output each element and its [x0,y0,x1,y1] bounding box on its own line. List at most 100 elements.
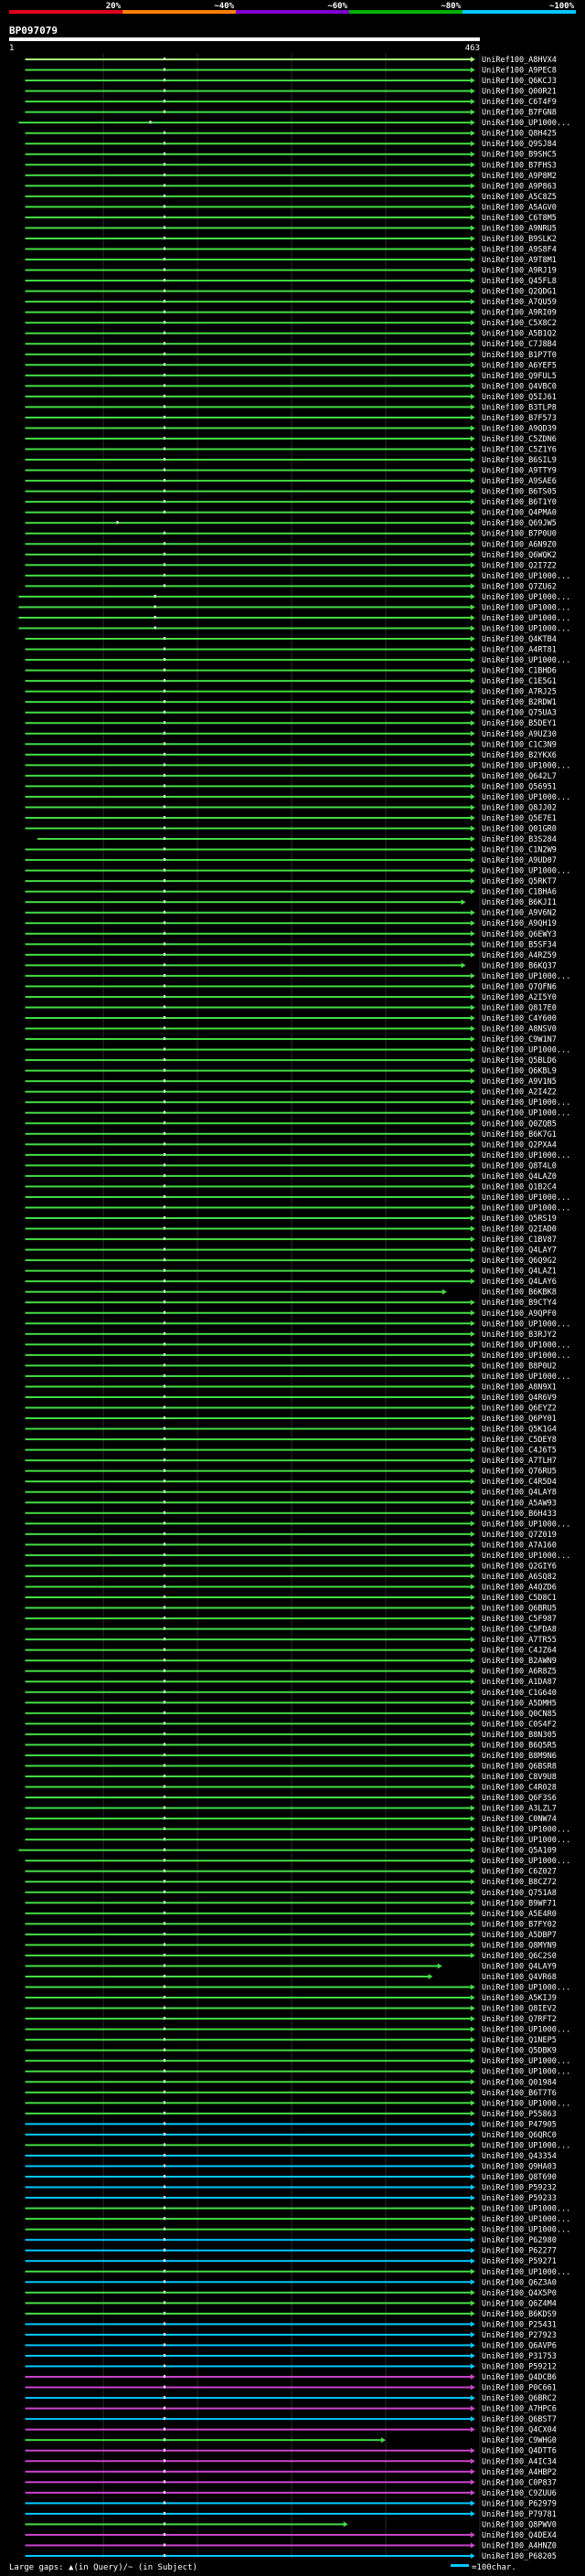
hit-label[interactable]: UniRef100_Q8MYN9 [482,1941,557,1950]
hit-row[interactable]: UniRef100_P47905 [25,2120,557,2129]
hit-row[interactable]: UniRef100_A7TLH7 [25,1457,557,1466]
hit-label[interactable]: UniRef100_A9NRU5 [482,224,557,233]
hit-label[interactable]: UniRef100_C0P837 [482,2478,557,2487]
hit-label[interactable]: UniRef100_B5SF34 [482,940,557,949]
hit-label[interactable]: UniRef100_Q6Z4M4 [482,2299,557,2308]
hit-row[interactable]: UniRef100_B3S284 [37,835,557,844]
hit-row[interactable]: UniRef100_A7A160 [25,1541,557,1550]
hit-label[interactable]: UniRef100_UP1000... [482,1320,570,1329]
hit-row[interactable]: UniRef100_Q4LAZ0 [25,1172,557,1182]
hit-row[interactable]: UniRef100_UP1000... [25,2057,571,2066]
hit-label[interactable]: UniRef100_Q4LAY7 [482,1246,557,1256]
hit-label[interactable]: UniRef100_Q4LAZ1 [482,1267,557,1277]
hit-row[interactable]: UniRef100_Q6WQK2 [25,551,557,560]
hit-label[interactable]: UniRef100_B2RDW1 [482,698,557,707]
hit-label[interactable]: UniRef100_Q2I7Z2 [482,561,557,570]
hit-row[interactable]: UniRef100_B6KJI1 [25,898,557,907]
hit-row[interactable]: UniRef100_UP1000... [25,1203,571,1213]
hit-row[interactable]: UniRef100_P59271 [25,2257,557,2266]
hit-row[interactable]: UniRef100_Q43354 [25,2152,557,2161]
hit-row[interactable]: UniRef100_A9T8M1 [25,256,557,265]
hit-row[interactable]: UniRef100_B2RDW1 [25,698,557,707]
hit-label[interactable]: UniRef100_Q56951 [482,782,557,791]
hit-label[interactable]: UniRef100_P31753 [482,2352,557,2361]
hit-label[interactable]: UniRef100_C1BV87 [482,1235,557,1245]
hit-label[interactable]: UniRef100_A7QU59 [482,298,557,307]
hit-row[interactable]: UniRef100_P62980 [25,2236,557,2245]
hit-label[interactable]: UniRef100_A4HBP2 [482,2468,557,2477]
hit-label[interactable]: UniRef100_C4J6T5 [482,1447,557,1456]
hit-label[interactable]: UniRef100_Q7Z019 [482,1531,557,1540]
hit-row[interactable]: UniRef100_C5FDA8 [25,1626,557,1635]
hit-label[interactable]: UniRef100_Q6AVP6 [482,2341,557,2350]
hit-row[interactable]: UniRef100_B8CZ72 [25,1878,557,1887]
hit-label[interactable]: UniRef100_Q0CN85 [482,1710,557,1719]
hit-label[interactable]: UniRef100_C5FDA8 [482,1626,557,1635]
hit-row[interactable]: UniRef100_Q00R21 [25,88,557,97]
hit-row[interactable]: UniRef100_Q817E0 [25,1003,557,1012]
hit-row[interactable]: UniRef100_P59232 [25,2184,557,2193]
hit-row[interactable]: UniRef100_B2AWN9 [25,1657,557,1666]
hit-row[interactable]: UniRef100_A4HNZ0 [25,2541,557,2550]
hit-row[interactable]: UniRef100_B9CTY4 [25,1299,557,1308]
hit-row[interactable]: UniRef100_UP1000... [25,1826,571,1835]
hit-row[interactable]: UniRef100_Q6BRC2 [25,2394,557,2403]
hit-label[interactable]: UniRef100_Q2IAD0 [482,1225,557,1235]
hit-label[interactable]: UniRef100_Q01GR0 [482,825,557,834]
hit-label[interactable]: UniRef100_B6TS05 [482,488,557,497]
hit-row[interactable]: UniRef100_Q2I7Z2 [25,561,557,570]
hit-label[interactable]: UniRef100_A9TTY9 [482,467,557,476]
hit-row[interactable]: UniRef100_UP1000... [25,2205,571,2214]
hit-label[interactable]: UniRef100_A3LZL7 [482,1805,557,1814]
hit-label[interactable]: UniRef100_B6KBK8 [482,1288,557,1298]
hit-row[interactable]: UniRef100_B7P0U0 [25,530,557,539]
hit-label[interactable]: UniRef100_UP1000... [482,1352,570,1361]
hit-label[interactable]: UniRef100_A6SQ82 [482,1573,557,1582]
hit-row[interactable]: UniRef100_Q2IAD0 [25,1225,557,1235]
hit-row[interactable]: UniRef100_UP1000... [25,2226,571,2235]
hit-label[interactable]: UniRef100_C4JZ64 [482,1647,557,1656]
hit-row[interactable]: UniRef100_UP1000... [25,1193,571,1203]
hit-row[interactable]: UniRef100_UP1000... [25,1373,571,1382]
hit-row[interactable]: UniRef100_B6H433 [25,1510,557,1519]
hit-row[interactable]: UniRef100_UP1000... [25,2141,571,2150]
hit-label[interactable]: UniRef100_Q75UA3 [482,709,557,718]
hit-label[interactable]: UniRef100_A5AW93 [482,1499,557,1508]
hit-label[interactable]: UniRef100_UP1000... [482,1826,570,1835]
hit-row[interactable]: UniRef100_A9UD07 [25,856,557,865]
hit-row[interactable]: UniRef100_C9WHG0 [25,2436,557,2445]
hit-row[interactable]: UniRef100_UP1000... [25,1984,571,1993]
hit-row[interactable]: UniRef100_A6R8Z5 [25,1668,557,1677]
hit-label[interactable]: UniRef100_A6YEF5 [482,361,557,370]
hit-label[interactable]: UniRef100_Q00R21 [482,88,557,97]
hit-row[interactable]: UniRef100_B8N305 [25,1731,557,1740]
hit-label[interactable]: UniRef100_Q8T690 [482,2173,557,2182]
hit-row[interactable]: UniRef100_Q4LAY7 [25,1246,557,1256]
hit-row[interactable]: UniRef100_Q6BST7 [25,2415,557,2424]
hit-label[interactable]: UniRef100_B6Q5R5 [482,1741,557,1750]
hit-row[interactable]: UniRef100_A5E4R0 [25,1910,557,1919]
hit-row[interactable]: UniRef100_C6T8M5 [25,214,557,223]
hit-row[interactable]: UniRef100_A9PEC8 [25,67,557,76]
hit-label[interactable]: UniRef100_UP1000... [482,1520,570,1529]
hit-row[interactable]: UniRef100_UP1000... [18,593,570,602]
hit-label[interactable]: UniRef100_C5Z1Y6 [482,446,557,455]
hit-row[interactable]: UniRef100_A9QPF0 [25,1309,557,1319]
hit-label[interactable]: UniRef100_B2AWN9 [482,1657,557,1666]
hit-row[interactable]: UniRef100_A7RJ25 [25,688,557,697]
hit-row[interactable]: UniRef100_C1C3N9 [25,740,557,749]
hit-label[interactable]: UniRef100_A9RJ19 [482,267,557,276]
hit-row[interactable]: UniRef100_UP1000... [25,2068,571,2077]
hit-row[interactable]: UniRef100_A1DA87 [25,1678,557,1687]
hit-row[interactable]: UniRef100_B5DEY1 [25,719,557,728]
hit-label[interactable]: UniRef100_P62277 [482,2247,557,2256]
hit-row[interactable]: UniRef100_Q9SJ84 [25,140,557,149]
hit-label[interactable]: UniRef100_Q5E7E1 [482,814,557,823]
hit-row[interactable]: UniRef100_B7FY02 [25,1920,557,1929]
hit-label[interactable]: UniRef100_B6H433 [482,1510,557,1519]
hit-label[interactable]: UniRef100_UP1000... [482,793,570,802]
hit-label[interactable]: UniRef100_UP1000... [482,2268,570,2277]
hit-label[interactable]: UniRef100_A6N9Z0 [482,540,557,549]
hit-row[interactable]: UniRef100_P27923 [25,2331,557,2340]
hit-row[interactable]: UniRef100_Q4X5P0 [25,2289,557,2298]
